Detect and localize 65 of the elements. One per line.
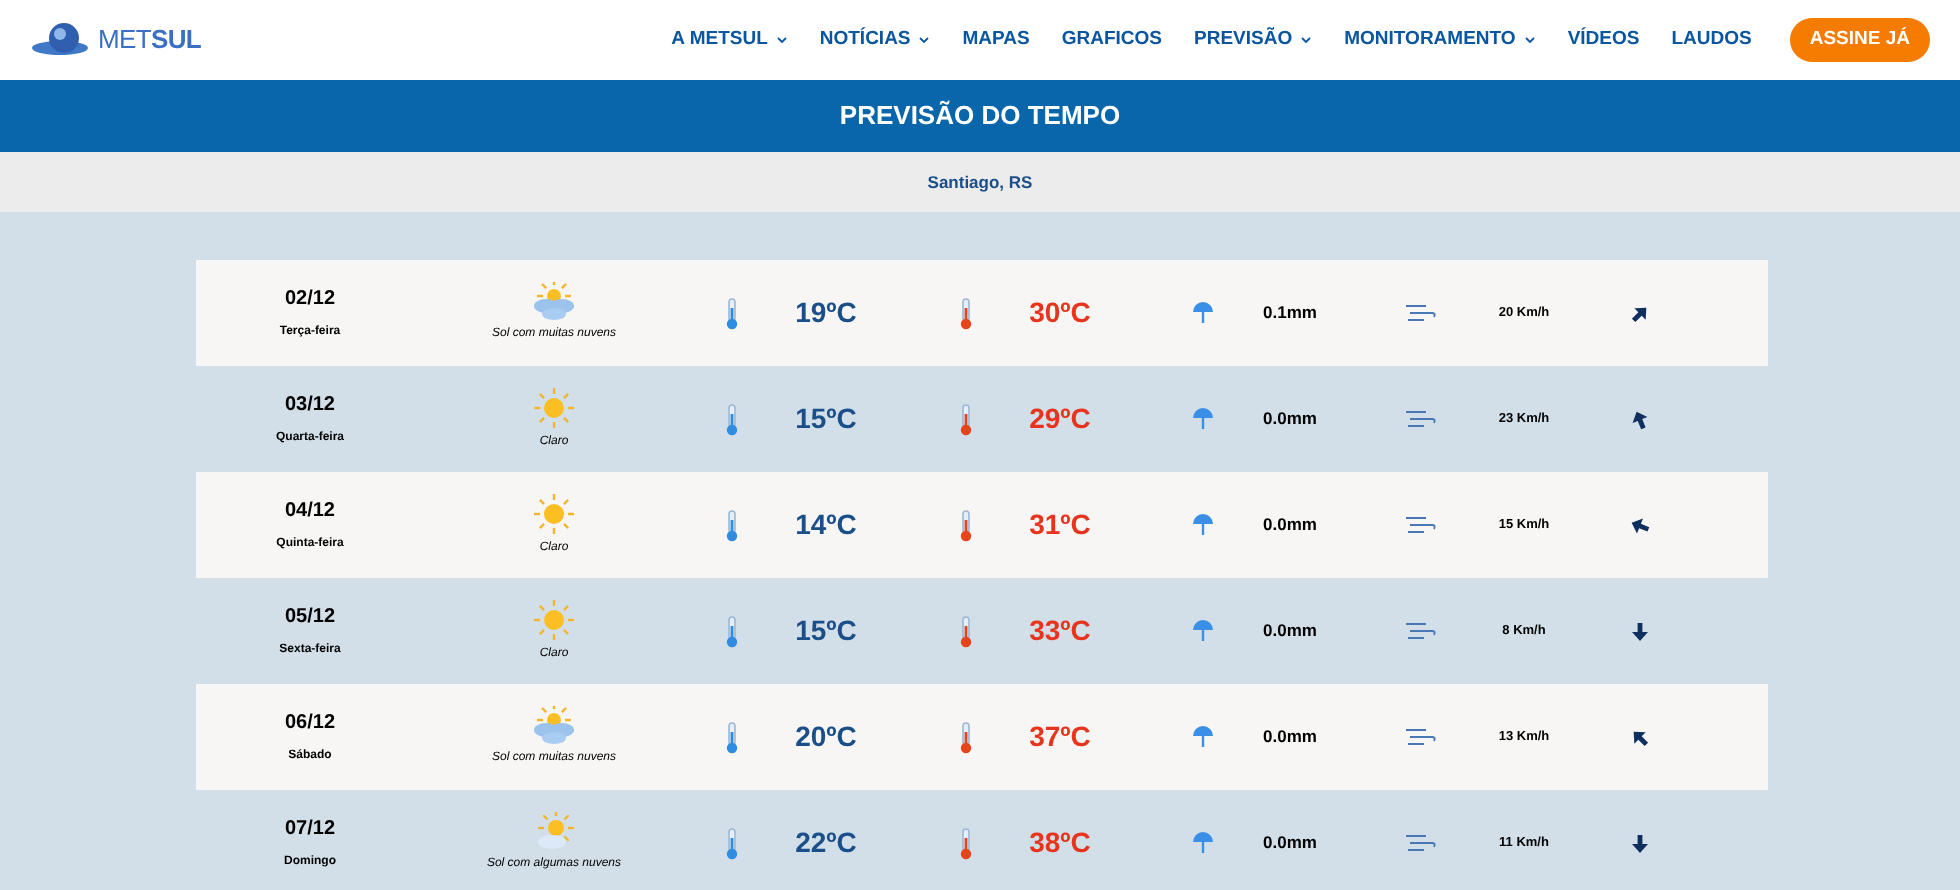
max-temperature: 38ºC bbox=[1029, 824, 1091, 862]
thermometer-icon bbox=[958, 827, 974, 859]
rain-amount: 0.1mm bbox=[1263, 300, 1317, 326]
thermometer-icon bbox=[724, 615, 740, 647]
rain-amount: 0.0mm bbox=[1263, 830, 1317, 856]
sun-icon bbox=[532, 598, 576, 642]
thermometer-icon bbox=[724, 297, 740, 329]
max-temperature: 30ºC bbox=[1029, 294, 1091, 332]
rain-amount: 0.0mm bbox=[1263, 618, 1317, 644]
nav-link[interactable]: LAUDOS bbox=[1671, 25, 1752, 55]
date-text: 04/12 bbox=[284, 498, 335, 526]
date-text: 03/12 bbox=[284, 392, 335, 420]
date-text: 06/12 bbox=[284, 710, 336, 738]
umbrella-icon bbox=[1191, 300, 1213, 326]
nav-link[interactable]: MAPAS bbox=[962, 25, 1030, 55]
globe-logo-icon bbox=[30, 22, 90, 58]
thermometer-icon bbox=[958, 297, 974, 329]
umbrella-icon bbox=[1191, 406, 1213, 432]
date-text: 07/12 bbox=[284, 816, 336, 844]
umbrella-icon bbox=[1191, 830, 1213, 856]
date-text: 05/12 bbox=[284, 604, 336, 632]
wind-icon bbox=[1404, 620, 1436, 642]
nav-link[interactable]: PREVISÃO bbox=[1194, 25, 1313, 55]
min-temperature: 14ºC bbox=[795, 506, 857, 544]
thermometer-icon bbox=[958, 721, 974, 753]
logo-text: METSUL bbox=[98, 22, 201, 59]
max-temperature: 37ºC bbox=[1029, 718, 1091, 756]
min-temperature: 15ºC bbox=[795, 400, 857, 438]
thermometer-icon bbox=[724, 509, 740, 541]
rain-amount: 0.0mm bbox=[1263, 724, 1317, 750]
sun-icon bbox=[532, 492, 576, 536]
thermometer-icon bbox=[724, 403, 740, 435]
thermometer-icon bbox=[958, 615, 974, 647]
nav-link[interactable]: A METSUL bbox=[671, 25, 788, 55]
sun-cloud-icon bbox=[532, 706, 576, 746]
min-temperature: 19ºC bbox=[795, 294, 857, 332]
thermometer-icon bbox=[958, 403, 974, 435]
max-temperature: 33ºC bbox=[1029, 612, 1091, 650]
wind-icon bbox=[1404, 408, 1436, 430]
wind-icon bbox=[1404, 832, 1436, 854]
max-temperature: 29ºC bbox=[1029, 400, 1091, 438]
umbrella-icon bbox=[1191, 724, 1213, 750]
max-temperature: 31ºC bbox=[1029, 506, 1091, 544]
thermometer-icon bbox=[958, 509, 974, 541]
wind-icon bbox=[1404, 514, 1436, 536]
thermometer-icon bbox=[724, 721, 740, 753]
nav-link[interactable]: GRAFICOS bbox=[1061, 25, 1163, 55]
nav-link[interactable]: MONITORAMENTO bbox=[1344, 25, 1536, 55]
min-temperature: 15ºC bbox=[795, 612, 857, 650]
thermometer-icon bbox=[724, 827, 740, 859]
umbrella-icon bbox=[1191, 618, 1213, 644]
wind-icon bbox=[1404, 302, 1436, 324]
min-temperature: 20ºC bbox=[795, 718, 857, 756]
min-temperature: 22ºC bbox=[795, 824, 857, 862]
date-text: 02/12 bbox=[284, 286, 336, 314]
city-bar: Santiago, RS bbox=[0, 152, 1960, 212]
umbrella-icon bbox=[1191, 512, 1213, 538]
title-banner: PREVISÃO DO TEMPO bbox=[0, 80, 1960, 152]
sun-icon bbox=[532, 386, 576, 430]
rain-amount: 0.0mm bbox=[1263, 406, 1317, 432]
nav-link[interactable]: VÍDEOS bbox=[1567, 25, 1640, 55]
nav-link[interactable]: NOTÍCIAS bbox=[819, 25, 931, 55]
sun-cloud-icon bbox=[532, 282, 576, 322]
rain-amount: 0.0mm bbox=[1263, 512, 1317, 538]
wind-icon bbox=[1404, 726, 1436, 748]
